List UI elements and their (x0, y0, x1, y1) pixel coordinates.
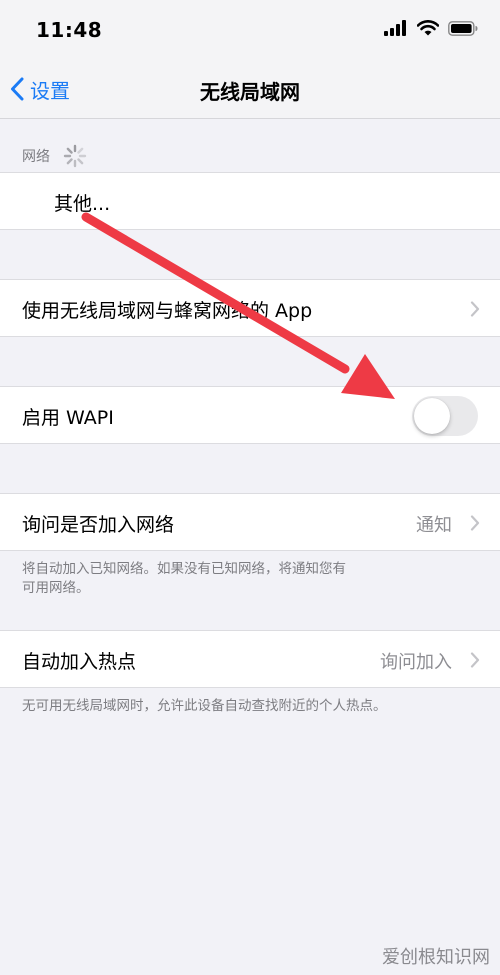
battery-icon (448, 20, 478, 36)
ask-join-networks-label: 询问是否加入网络 (22, 514, 175, 536)
ask-join-footer: 将自动加入已知网络。如果没有已知网络，将通知您有 可用网络。 (22, 560, 442, 598)
auto-join-hotspot-label: 自动加入热点 (22, 651, 137, 673)
networks-section-header: 网络 (22, 143, 88, 169)
chevron-right-icon (470, 652, 480, 668)
chevron-right-icon (470, 515, 480, 531)
status-time: 11:48 (36, 18, 103, 42)
auto-join-hotspot-value: 询问加入 (380, 652, 452, 673)
navigation-bar: 设置 无线局域网 (0, 60, 500, 119)
page-title: 无线局域网 (200, 80, 300, 104)
ask-join-footer-line2: 可用网络。 (22, 580, 90, 596)
hotspot-footer: 无可用无线局域网时，允许此设备自动查找附近的个人热点。 (22, 698, 387, 714)
wlan-cellular-apps-row[interactable]: 使用无线局域网与蜂窝网络的 App (0, 279, 500, 337)
ask-join-footer-line1: 将自动加入已知网络。如果没有已知网络，将通知您有 (22, 561, 346, 577)
other-network-row[interactable]: 其他... (0, 172, 500, 230)
other-network-label: 其他... (54, 193, 111, 215)
enable-wapi-row: 启用 WAPI (0, 386, 500, 444)
ask-join-networks-row[interactable]: 询问是否加入网络 通知 (0, 493, 500, 551)
wlan-cellular-apps-label: 使用无线局域网与蜂窝网络的 App (22, 300, 313, 322)
status-icons (384, 20, 478, 36)
watermark: 爱创根知识网 (382, 947, 490, 968)
auto-join-hotspot-row[interactable]: 自动加入热点 询问加入 (0, 630, 500, 688)
chevron-right-icon (470, 301, 480, 317)
wapi-toggle-knob (414, 398, 450, 434)
enable-wapi-label: 启用 WAPI (22, 407, 114, 429)
status-bar: 11:48 (0, 0, 500, 60)
networks-header-label: 网络 (22, 149, 50, 165)
loading-spinner-icon (63, 144, 87, 168)
cellular-signal-icon (384, 20, 406, 36)
wapi-toggle[interactable] (412, 396, 478, 436)
ask-join-networks-value: 通知 (416, 515, 452, 536)
wifi-icon (417, 20, 439, 36)
